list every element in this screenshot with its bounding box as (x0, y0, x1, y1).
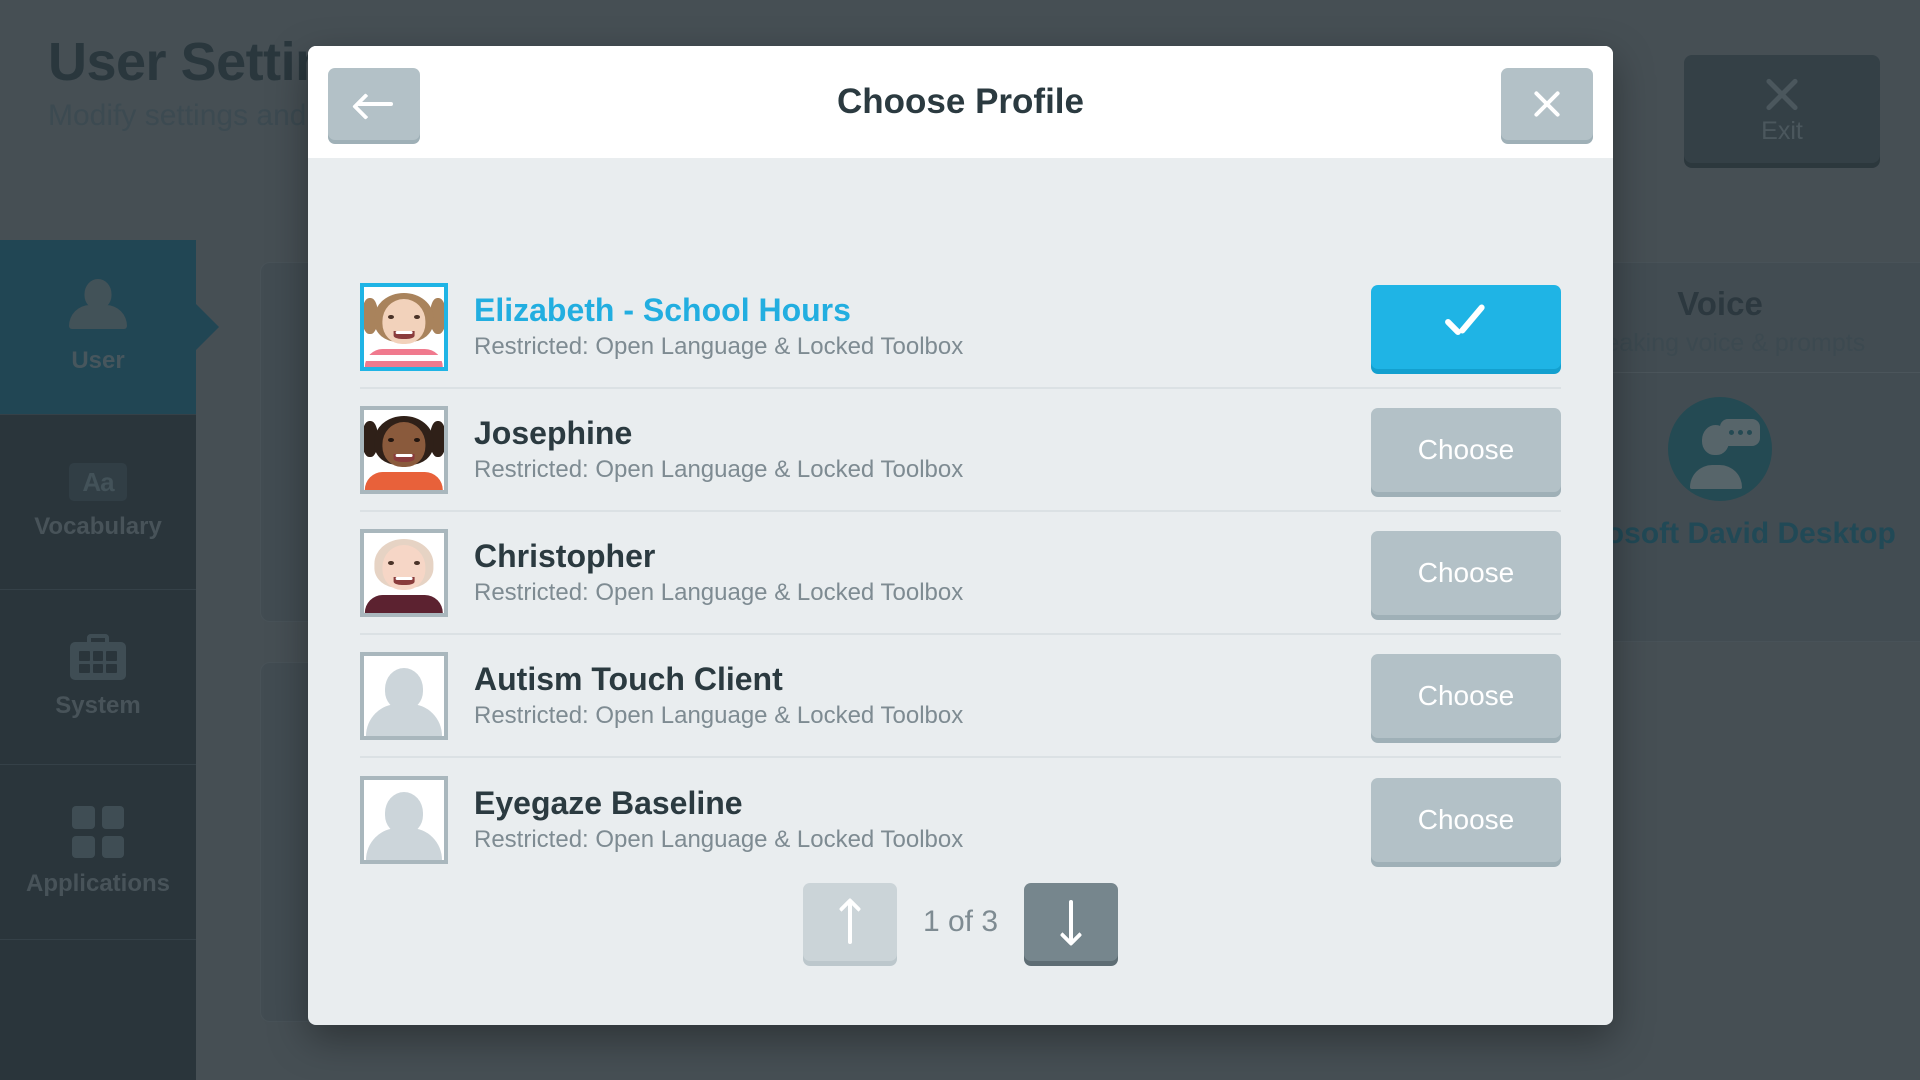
profile-description: Restricted: Open Language & Locked Toolb… (474, 702, 1371, 730)
dialog-header: Choose Profile (308, 46, 1613, 158)
avatar (360, 776, 448, 864)
profile-row[interactable]: Elizabeth - School Hours Restricted: Ope… (360, 266, 1561, 389)
choose-profile-dialog: Choose Profile Elizabeth - School Hours … (308, 46, 1613, 1025)
arrow-left-icon (355, 89, 393, 119)
avatar (360, 406, 448, 494)
selected-button[interactable] (1371, 285, 1561, 369)
profile-description: Restricted: Open Language & Locked Toolb… (474, 826, 1371, 854)
profile-info: Elizabeth - School Hours Restricted: Ope… (448, 292, 1371, 361)
profile-info: Eyegaze Baseline Restricted: Open Langua… (448, 785, 1371, 854)
choose-button[interactable]: Choose (1371, 531, 1561, 615)
profile-info: Christopher Restricted: Open Language & … (448, 538, 1371, 607)
profile-row[interactable]: Christopher Restricted: Open Language & … (360, 512, 1561, 635)
profile-name: Josephine (474, 415, 1371, 452)
profile-row[interactable]: Autism Touch Client Restricted: Open Lan… (360, 635, 1561, 758)
page-up-button[interactable] (803, 883, 897, 961)
avatar (360, 652, 448, 740)
profile-name: Eyegaze Baseline (474, 785, 1371, 822)
close-icon (1530, 87, 1564, 121)
choose-button[interactable]: Choose (1371, 778, 1561, 862)
arrow-up-icon (837, 900, 863, 944)
profile-row[interactable]: Josephine Restricted: Open Language & Lo… (360, 389, 1561, 512)
profile-name: Christopher (474, 538, 1371, 575)
dialog-title: Choose Profile (837, 82, 1084, 122)
avatar (360, 283, 448, 371)
check-icon (1441, 310, 1491, 344)
profile-description: Restricted: Open Language & Locked Toolb… (474, 456, 1371, 484)
arrow-down-icon (1058, 900, 1084, 944)
profile-list: Elizabeth - School Hours Restricted: Ope… (308, 158, 1613, 881)
choose-button[interactable]: Choose (1371, 654, 1561, 738)
profile-description: Restricted: Open Language & Locked Toolb… (474, 333, 1371, 361)
pagination: 1 of 3 (308, 883, 1613, 961)
page-down-button[interactable] (1024, 883, 1118, 961)
profile-description: Restricted: Open Language & Locked Toolb… (474, 579, 1371, 607)
close-button[interactable] (1501, 68, 1593, 140)
profile-row[interactable]: Eyegaze Baseline Restricted: Open Langua… (360, 758, 1561, 881)
avatar (360, 529, 448, 617)
profile-info: Autism Touch Client Restricted: Open Lan… (448, 661, 1371, 730)
back-button[interactable] (328, 68, 420, 140)
profile-info: Josephine Restricted: Open Language & Lo… (448, 415, 1371, 484)
page-indicator: 1 of 3 (923, 905, 998, 939)
choose-button[interactable]: Choose (1371, 408, 1561, 492)
profile-name: Autism Touch Client (474, 661, 1371, 698)
profile-name: Elizabeth - School Hours (474, 292, 1371, 329)
